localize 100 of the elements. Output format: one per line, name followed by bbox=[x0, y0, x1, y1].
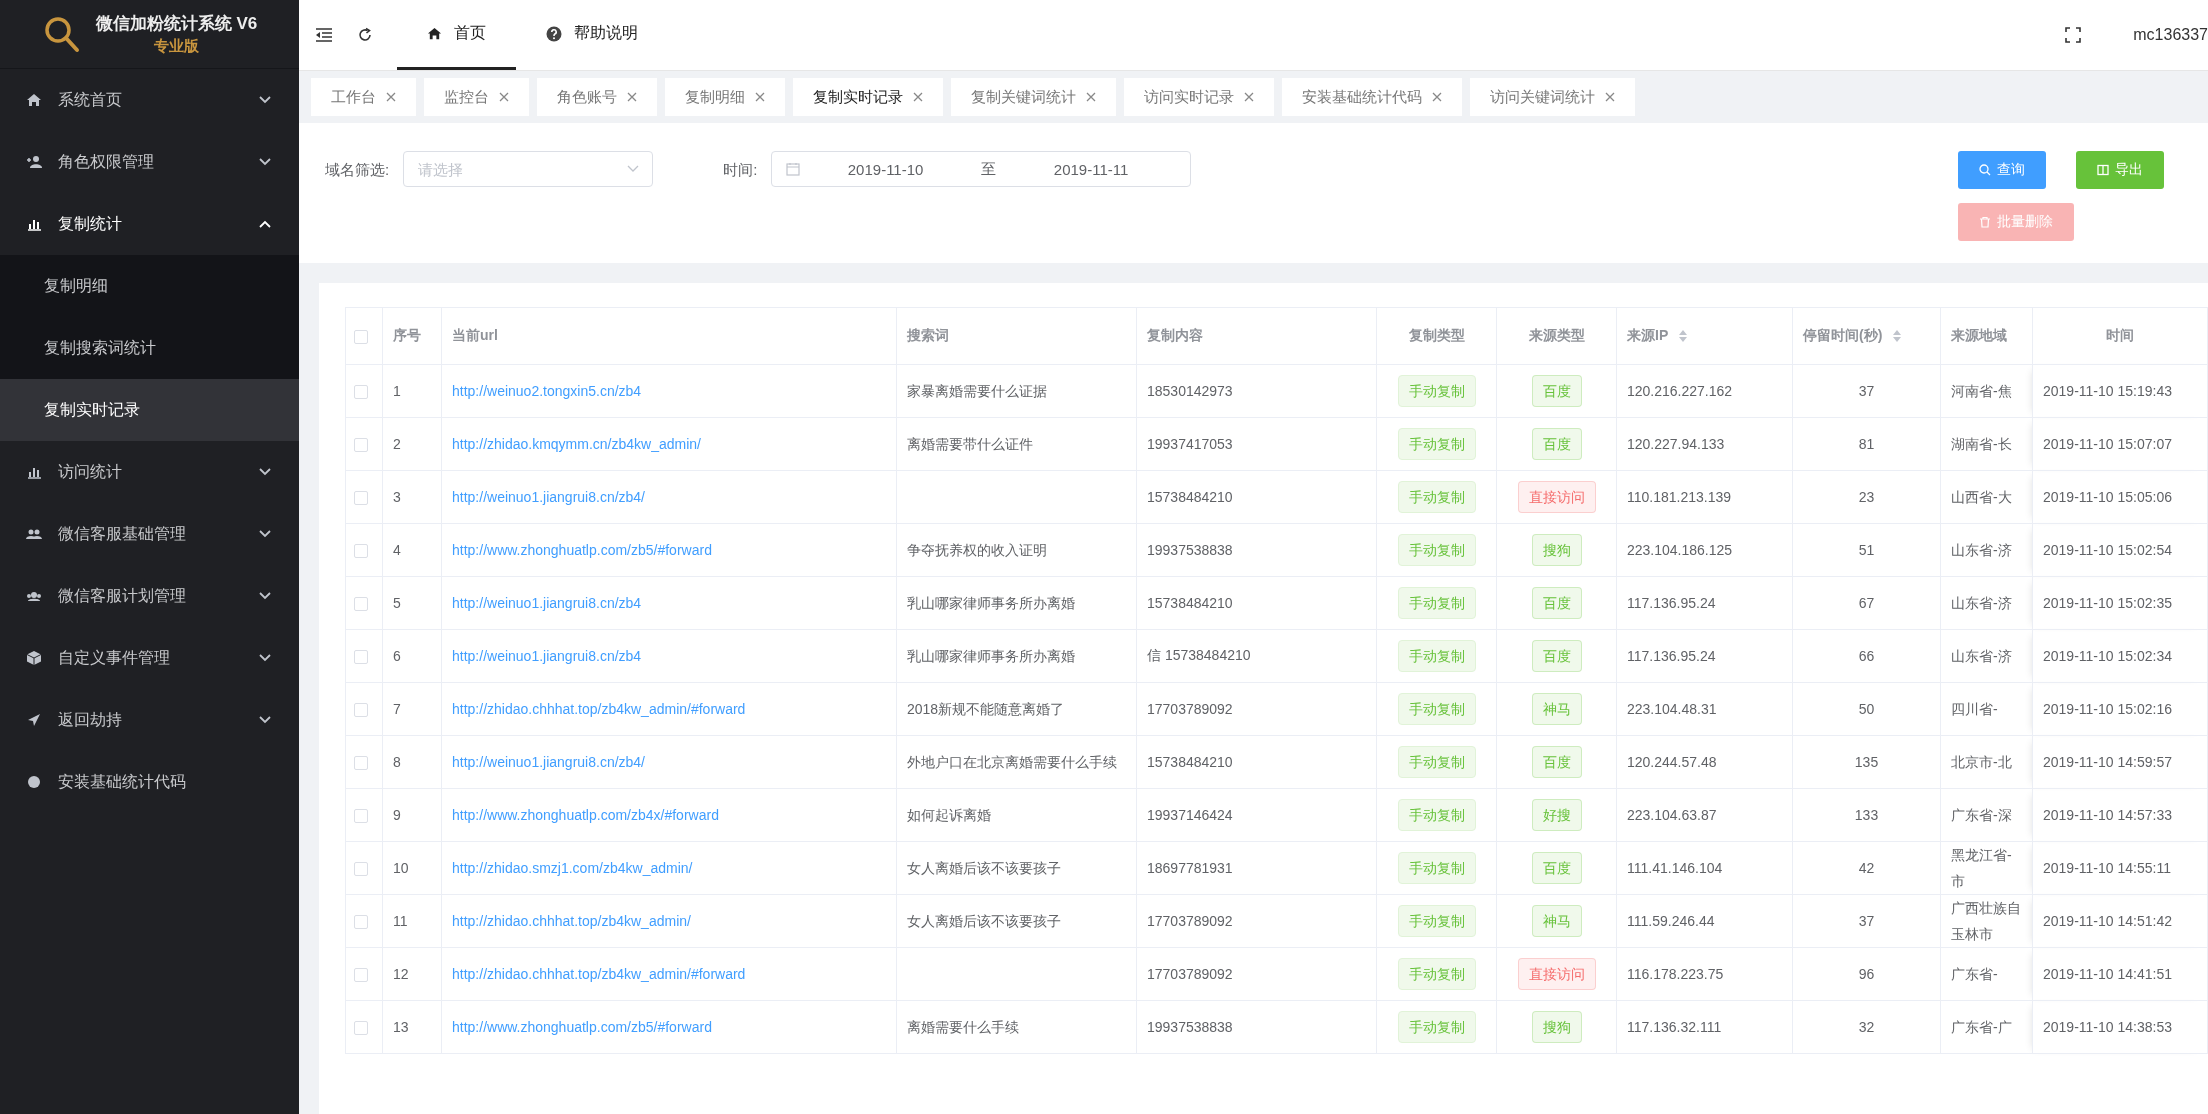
row-number: 5 bbox=[393, 595, 401, 611]
menu-item[interactable]: 微信客服基础管理 bbox=[0, 503, 299, 565]
row-checkbox[interactable] bbox=[354, 915, 368, 930]
stay-duration: 23 bbox=[1858, 489, 1875, 505]
column-header: 时间 bbox=[2106, 327, 2134, 343]
copied-content: 19937146424 bbox=[1147, 807, 1233, 823]
source-tag: 百度 bbox=[1531, 640, 1582, 672]
username[interactable]: mc136337 bbox=[2133, 26, 2208, 44]
row-number: 2 bbox=[393, 436, 401, 452]
page-tab[interactable]: 角色账号 bbox=[537, 78, 657, 116]
close-icon[interactable] bbox=[1605, 92, 1615, 102]
menu-item[interactable]: 自定义事件管理 bbox=[0, 627, 299, 689]
timestamp: 2019-11-10 15:07:07 bbox=[2043, 436, 2172, 452]
submenu-item[interactable]: 复制明细 bbox=[0, 255, 299, 317]
column-header: 序号 bbox=[393, 327, 421, 343]
close-icon[interactable] bbox=[1086, 92, 1096, 102]
refresh-icon[interactable] bbox=[357, 27, 373, 43]
menu-item[interactable]: 复制统计 bbox=[0, 193, 299, 255]
menu-item[interactable]: 返回劫持 bbox=[0, 689, 299, 751]
page-tab[interactable]: 复制实时记录 bbox=[793, 78, 943, 116]
url-link[interactable]: http://zhidao.chhhat.top/zb4kw_admin/#forward bbox=[452, 966, 746, 982]
source-tag: 直接访问 bbox=[1517, 481, 1596, 513]
url-link[interactable]: http://www.zhonghuatlp.com/zb4x/#forward bbox=[452, 807, 719, 823]
close-icon[interactable] bbox=[1432, 92, 1442, 102]
field-label: 时间: bbox=[723, 160, 758, 180]
row-checkbox[interactable] bbox=[354, 597, 368, 612]
timestamp: 2019-11-10 14:59:57 bbox=[2043, 754, 2172, 770]
row-checkbox[interactable] bbox=[354, 703, 368, 718]
submenu-item[interactable]: 复制搜索词统计 bbox=[0, 317, 299, 379]
chevron-down-icon bbox=[627, 165, 640, 173]
menu-item[interactable]: 访问统计 bbox=[0, 441, 299, 503]
nav-tab[interactable]: 帮助说明 bbox=[516, 0, 668, 70]
row-checkbox[interactable] bbox=[354, 650, 368, 665]
sort-icon[interactable] bbox=[1677, 329, 1688, 344]
close-icon[interactable] bbox=[755, 92, 765, 102]
menu-item[interactable]: 安装基础统计代码 bbox=[0, 751, 299, 813]
close-icon[interactable] bbox=[1244, 92, 1254, 102]
stay-duration: 135 bbox=[1854, 754, 1879, 770]
ip-address: 120.216.227.162 bbox=[1627, 383, 1733, 399]
page-tab[interactable]: 访问实时记录 bbox=[1124, 78, 1274, 116]
menu-item[interactable]: 角色权限管理 bbox=[0, 131, 299, 193]
url-link[interactable]: http://zhidao.smzj1.com/zb4kw_admin/ bbox=[452, 860, 693, 876]
page-tab[interactable]: 复制明细 bbox=[665, 78, 785, 116]
columns-icon bbox=[2097, 164, 2109, 176]
close-icon[interactable] bbox=[627, 92, 637, 102]
home-icon bbox=[26, 92, 42, 108]
page-tab[interactable]: 监控台 bbox=[424, 78, 529, 116]
close-icon[interactable] bbox=[913, 92, 923, 102]
field-label: 域名筛选: bbox=[325, 160, 390, 180]
page-tab[interactable]: 安装基础统计代码 bbox=[1282, 78, 1462, 116]
calendar-icon bbox=[786, 162, 801, 176]
timestamp: 2019-11-10 14:38:53 bbox=[2043, 1019, 2172, 1035]
copied-content: 19937417053 bbox=[1147, 436, 1233, 452]
menu-item[interactable]: 系统首页 bbox=[0, 69, 299, 131]
page-tab[interactable]: 工作台 bbox=[311, 78, 416, 116]
url-link[interactable]: http://www.zhonghuatlp.com/zb5/#forward bbox=[452, 542, 712, 558]
url-link[interactable]: http://weinuo1.jiangrui8.cn/zb4 bbox=[452, 648, 642, 664]
ip-address: 223.104.48.31 bbox=[1627, 701, 1717, 717]
row-checkbox[interactable] bbox=[354, 809, 368, 824]
row-checkbox[interactable] bbox=[354, 385, 368, 400]
url-link[interactable]: http://weinuo1.jiangrui8.cn/zb4/ bbox=[452, 489, 645, 505]
page-tab[interactable]: 访问关键词统计 bbox=[1470, 78, 1635, 116]
column-header[interactable]: 停留时间(秒) bbox=[1803, 327, 1883, 343]
menu-fold-icon[interactable] bbox=[315, 27, 333, 43]
column-header[interactable]: 来源IP bbox=[1627, 327, 1668, 343]
fullscreen-icon[interactable] bbox=[2065, 27, 2082, 43]
submenu-item[interactable]: 复制实时记录 bbox=[0, 379, 299, 441]
domain-select[interactable]: 请选择 bbox=[403, 151, 654, 187]
select-all-checkbox[interactable] bbox=[354, 330, 368, 345]
url-link[interactable]: http://weinuo2.tongxin5.cn/zb4 bbox=[452, 383, 642, 399]
row-number: 4 bbox=[393, 542, 401, 558]
page-tab[interactable]: 复制关键词统计 bbox=[951, 78, 1116, 116]
row-checkbox[interactable] bbox=[354, 756, 368, 771]
close-icon[interactable] bbox=[499, 92, 509, 102]
row-number: 10 bbox=[393, 860, 409, 876]
row-checkbox[interactable] bbox=[354, 491, 368, 506]
url-link[interactable]: http://weinuo1.jiangrui8.cn/zb4 bbox=[452, 595, 642, 611]
url-link[interactable]: http://zhidao.chhhat.top/zb4kw_admin/ bbox=[452, 913, 691, 929]
url-link[interactable]: http://www.zhonghuatlp.com/zb5/#forward bbox=[452, 1019, 712, 1035]
row-checkbox[interactable] bbox=[354, 968, 368, 983]
row-checkbox[interactable] bbox=[354, 544, 368, 559]
sort-icon[interactable] bbox=[1892, 329, 1903, 344]
timestamp: 2019-11-10 15:02:16 bbox=[2043, 701, 2172, 717]
source-tag: 搜狗 bbox=[1531, 534, 1582, 566]
row-checkbox[interactable] bbox=[354, 438, 368, 453]
row-checkbox[interactable] bbox=[354, 862, 368, 877]
date-range-picker[interactable]: 2019-11-10 至 2019-11-11 bbox=[771, 151, 1192, 187]
source-tag: 百度 bbox=[1531, 852, 1582, 884]
search-button[interactable]: 查询 bbox=[1958, 151, 2046, 189]
search-term: 乳山哪家律师事务所办离婚 bbox=[907, 595, 1075, 611]
copied-content: 15738484210 bbox=[1147, 754, 1233, 770]
menu-item[interactable]: 微信客服计划管理 bbox=[0, 565, 299, 627]
url-link[interactable]: http://zhidao.kmqymm.cn/zb4kw_admin/ bbox=[452, 436, 701, 452]
close-icon[interactable] bbox=[386, 92, 396, 102]
region: 山东省-济 bbox=[1951, 542, 2012, 558]
url-link[interactable]: http://zhidao.chhhat.top/zb4kw_admin/#forward bbox=[452, 701, 746, 717]
url-link[interactable]: http://weinuo1.jiangrui8.cn/zb4/ bbox=[452, 754, 645, 770]
ip-address: 117.136.95.24 bbox=[1627, 595, 1716, 611]
region: 黑龙江省- 市 bbox=[1951, 847, 2012, 889]
row-checkbox[interactable] bbox=[354, 1021, 368, 1036]
